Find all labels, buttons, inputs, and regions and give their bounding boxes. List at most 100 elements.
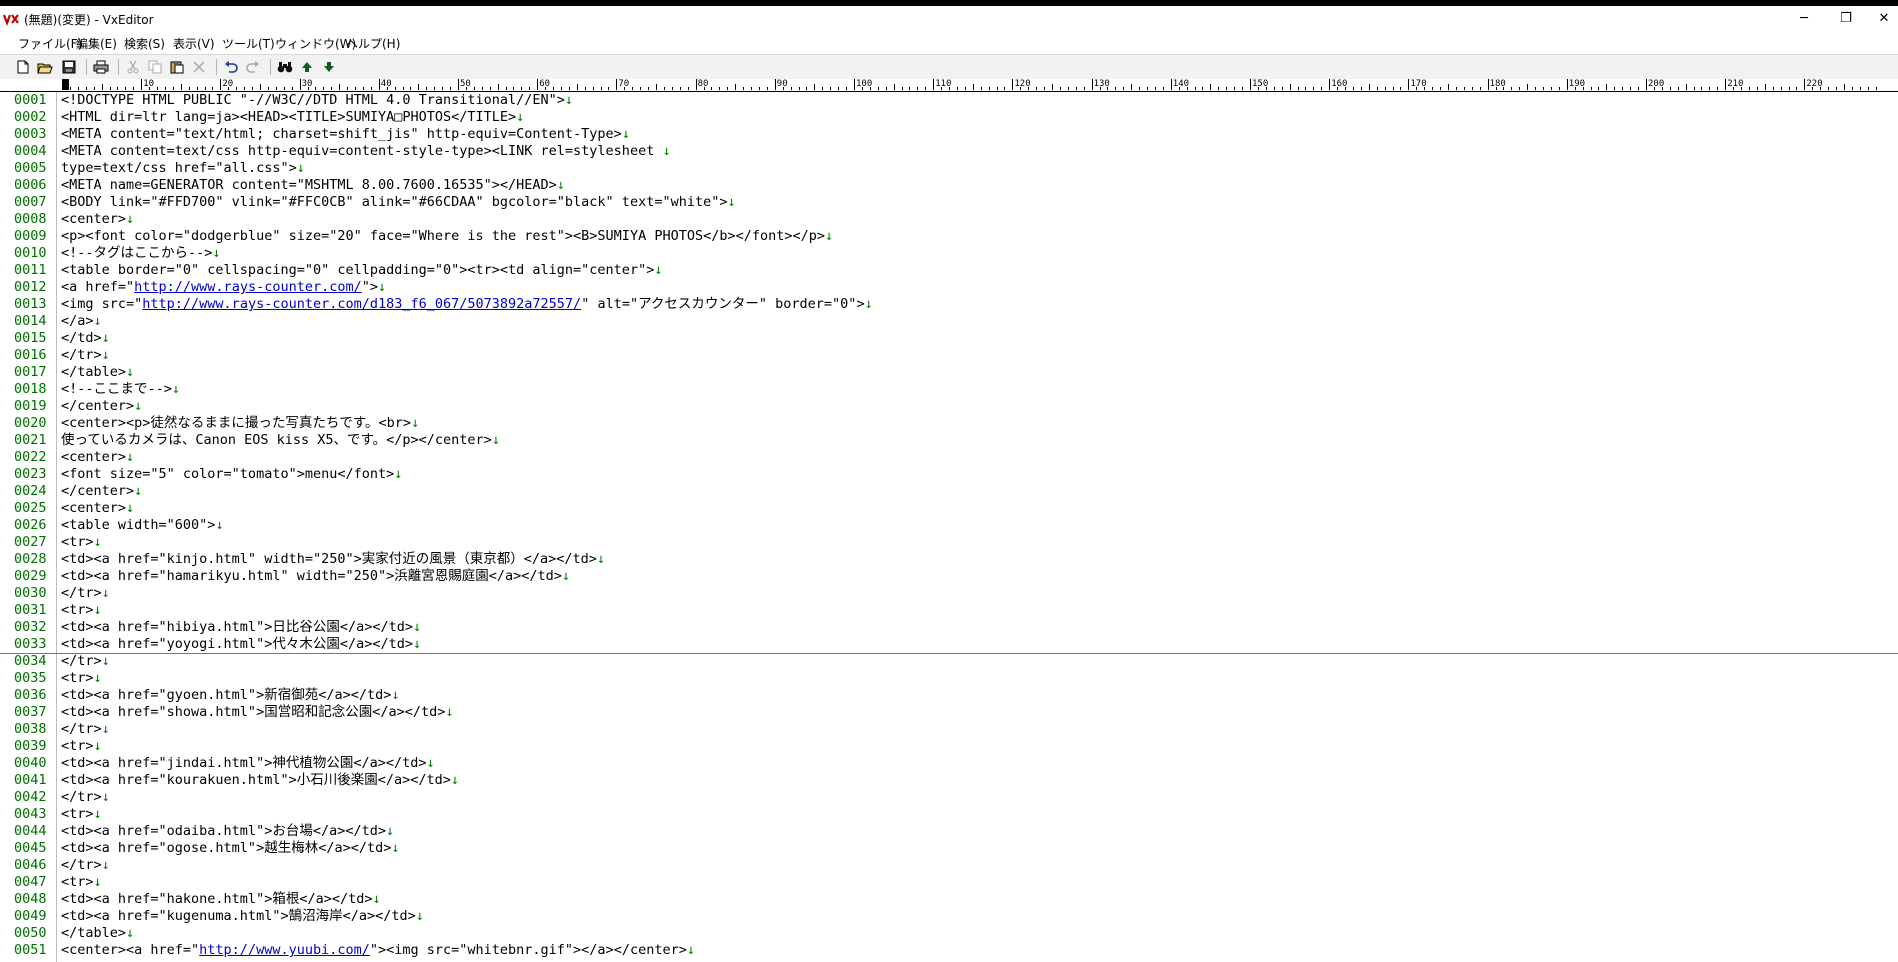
editor-line[interactable]: 0018 <!--ここまで-->↓ <box>0 381 1898 398</box>
editor-line[interactable]: 0019 </center>↓ <box>0 398 1898 415</box>
line-text[interactable]: <!--ここまで-->↓ <box>61 381 180 398</box>
editor-line[interactable]: 0025 <center>↓ <box>0 500 1898 517</box>
editor-line[interactable]: 0035 <tr>↓ <box>0 670 1898 687</box>
restore-button[interactable]: ❐ <box>1826 8 1866 30</box>
editor-line[interactable]: 0024 </center>↓ <box>0 483 1898 500</box>
editor-line[interactable]: 0012 <a href="http://www.rays-counter.com… <box>0 279 1898 296</box>
line-text[interactable]: <td><a href="showa.html">国営昭和記念公園</a></t… <box>61 704 453 721</box>
editor-line[interactable]: 0047 <tr>↓ <box>0 874 1898 891</box>
menu-search[interactable]: 検索(S) <box>124 35 165 52</box>
line-text[interactable]: <td><a href="hamarikyu.html" width="250"… <box>61 568 570 585</box>
line-text[interactable]: </table>↓ <box>61 364 134 381</box>
editor-line[interactable]: 0013 <img src="http://www.rays-counter.co… <box>0 296 1898 313</box>
menu-tools[interactable]: ツール(T) <box>222 35 275 52</box>
editor-line[interactable]: 0039 <tr>↓ <box>0 738 1898 755</box>
new-file-icon[interactable] <box>14 58 32 76</box>
line-text[interactable]: <center>↓ <box>61 211 134 228</box>
line-text[interactable]: </tr>↓ <box>61 585 110 602</box>
find-next-icon[interactable] <box>320 58 338 76</box>
line-text[interactable]: <img src="http://www.rays-counter.com/d1… <box>61 296 873 313</box>
url-link[interactable]: http://www.rays-counter.com/d183_f6_067/… <box>142 296 581 312</box>
delete-icon[interactable] <box>190 58 208 76</box>
editor-line[interactable]: 0043 <tr>↓ <box>0 806 1898 823</box>
menu-edit[interactable]: 編集(E) <box>76 35 117 52</box>
editor-line[interactable]: 0004 <META content=text/css http-equiv=co… <box>0 143 1898 160</box>
editor-line[interactable]: 0031 <tr>↓ <box>0 602 1898 619</box>
editor-line[interactable]: 0036 <td><a href="gyoen.html">新宿御苑</a></t… <box>0 687 1898 704</box>
editor-line[interactable]: 0020 <center><p>徒然なるままに撮った写真たちです。<br>↓ <box>0 415 1898 432</box>
line-text[interactable]: <p><font color="dodgerblue" size="20" fa… <box>61 228 833 245</box>
editor-line[interactable]: 0041 <td><a href="kourakuen.html">小石川後楽園<… <box>0 772 1898 789</box>
line-text[interactable]: <td><a href="hakone.html">箱根</a></td>↓ <box>61 891 381 908</box>
editor-line[interactable]: 0033 <td><a href="yoyogi.html">代々木公園</a><… <box>0 636 1898 653</box>
line-text[interactable]: <!DOCTYPE HTML PUBLIC "-//W3C//DTD HTML … <box>61 92 573 109</box>
editor-line[interactable]: 0042 </tr>↓ <box>0 789 1898 806</box>
editor-line[interactable]: 0026 <table width="600">↓ <box>0 517 1898 534</box>
undo-icon[interactable] <box>222 58 240 76</box>
editor-line[interactable]: 0051 <center><a href="http://www.yuubi.co… <box>0 942 1898 959</box>
editor-line[interactable]: 0050 </table>↓ <box>0 925 1898 942</box>
editor-line[interactable]: 0010 <!--タグはここから-->↓ <box>0 245 1898 262</box>
minimize-button[interactable]: ─ <box>1784 8 1824 30</box>
line-text[interactable]: <td><a href="kinjo.html" width="250">実家付… <box>61 551 605 568</box>
line-text[interactable]: <td><a href="yoyogi.html">代々木公園</a></td>… <box>61 636 421 653</box>
menu-view[interactable]: 表示(V) <box>173 35 215 52</box>
editor-line[interactable]: 0015 </td>↓ <box>0 330 1898 347</box>
editor-line[interactable]: 0008 <center>↓ <box>0 211 1898 228</box>
editor-line[interactable]: 0037 <td><a href="showa.html">国営昭和記念公園</a… <box>0 704 1898 721</box>
line-text[interactable]: </tr>↓ <box>61 721 110 738</box>
editor-line[interactable]: 0007 <BODY link="#FFD700" vlink="#FFC0CB"… <box>0 194 1898 211</box>
editor-line[interactable]: 0038 </tr>↓ <box>0 721 1898 738</box>
line-text[interactable]: <tr>↓ <box>61 738 102 755</box>
editor-line[interactable]: 0005 type=text/css href="all.css">↓ <box>0 160 1898 177</box>
line-text[interactable]: <a href="http://www.rays-counter.com/">↓ <box>61 279 386 296</box>
editor-line[interactable]: 0040 <td><a href="jindai.html">神代植物公園</a>… <box>0 755 1898 772</box>
menu-help[interactable]: ヘルプ(H) <box>346 35 400 52</box>
line-text[interactable]: <tr>↓ <box>61 534 102 551</box>
line-text[interactable]: type=text/css href="all.css">↓ <box>61 160 305 177</box>
print-icon[interactable] <box>92 58 110 76</box>
line-text[interactable]: <HTML dir=ltr lang=ja><HEAD><TITLE>SUMIY… <box>61 109 524 126</box>
cut-icon[interactable] <box>124 58 142 76</box>
line-text[interactable]: <table width="600">↓ <box>61 517 224 534</box>
line-text[interactable]: <BODY link="#FFD700" vlink="#FFC0CB" ali… <box>61 194 736 211</box>
editor-line[interactable]: 0023 <font size="5" color="tomato">menu</… <box>0 466 1898 483</box>
line-text[interactable]: <td><a href="ogose.html">越生梅林</a></td>↓ <box>61 840 399 857</box>
editor-line[interactable]: 0049 <td><a href="kugenuma.html">鵠沼海岸</a>… <box>0 908 1898 925</box>
find-icon[interactable] <box>276 58 294 76</box>
line-text[interactable]: <td><a href="gyoen.html">新宿御苑</a></td>↓ <box>61 687 399 704</box>
menu-window[interactable]: ウィンドウ(W) <box>275 35 356 52</box>
editor-line[interactable]: 0014 </a>↓ <box>0 313 1898 330</box>
line-text[interactable]: </center>↓ <box>61 483 142 500</box>
line-text[interactable]: <td><a href="jindai.html">神代植物公園</a></td… <box>61 755 435 772</box>
menu-file[interactable]: ファイル(F) <box>18 35 82 52</box>
line-text[interactable]: <!--タグはここから-->↓ <box>61 245 221 262</box>
close-button[interactable]: ✕ <box>1864 8 1898 30</box>
editor-line[interactable]: 0011 <table border="0" cellspacing="0" ce… <box>0 262 1898 279</box>
editor-line[interactable]: 0030 </tr>↓ <box>0 585 1898 602</box>
line-text[interactable]: <center><a href="http://www.yuubi.com/">… <box>61 942 695 959</box>
line-text[interactable]: 使っているカメラは、Canon EOS kiss X5、です。</p></cen… <box>61 432 500 449</box>
line-text[interactable]: <tr>↓ <box>61 602 102 619</box>
editor-line[interactable]: 0002 <HTML dir=ltr lang=ja><HEAD><TITLE>S… <box>0 109 1898 126</box>
line-text[interactable]: <center>↓ <box>61 500 134 517</box>
line-text[interactable]: </center>↓ <box>61 398 142 415</box>
editor-line[interactable]: 0048 <td><a href="hakone.html">箱根</a></td… <box>0 891 1898 908</box>
line-text[interactable]: <META content=text/css http-equiv=conten… <box>61 143 671 160</box>
line-text[interactable]: <tr>↓ <box>61 670 102 687</box>
line-text[interactable]: <td><a href="kugenuma.html">鵠沼海岸</a></td… <box>61 908 424 925</box>
editor-line[interactable]: 0017 </table>↓ <box>0 364 1898 381</box>
editor-line[interactable]: 0009 <p><font color="dodgerblue" size="20… <box>0 228 1898 245</box>
line-text[interactable]: <td><a href="odaiba.html">お台場</a></td>↓ <box>61 823 394 840</box>
editor-line[interactable]: 0029 <td><a href="hamarikyu.html" width="… <box>0 568 1898 585</box>
paste-icon[interactable] <box>168 58 186 76</box>
editor-line[interactable]: 0021 使っているカメラは、Canon EOS kiss X5、です。</p><… <box>0 432 1898 449</box>
line-text[interactable]: </tr>↓ <box>61 789 110 806</box>
line-text[interactable]: </tr>↓ <box>61 347 110 364</box>
line-text[interactable]: <tr>↓ <box>61 874 102 891</box>
editor-line[interactable]: 0028 <td><a href="kinjo.html" width="250"… <box>0 551 1898 568</box>
line-text[interactable]: <font size="5" color="tomato">menu</font… <box>61 466 402 483</box>
url-link[interactable]: http://www.yuubi.com/ <box>199 942 370 958</box>
line-text[interactable]: </table>↓ <box>61 925 134 942</box>
line-text[interactable]: </a>↓ <box>61 313 102 330</box>
